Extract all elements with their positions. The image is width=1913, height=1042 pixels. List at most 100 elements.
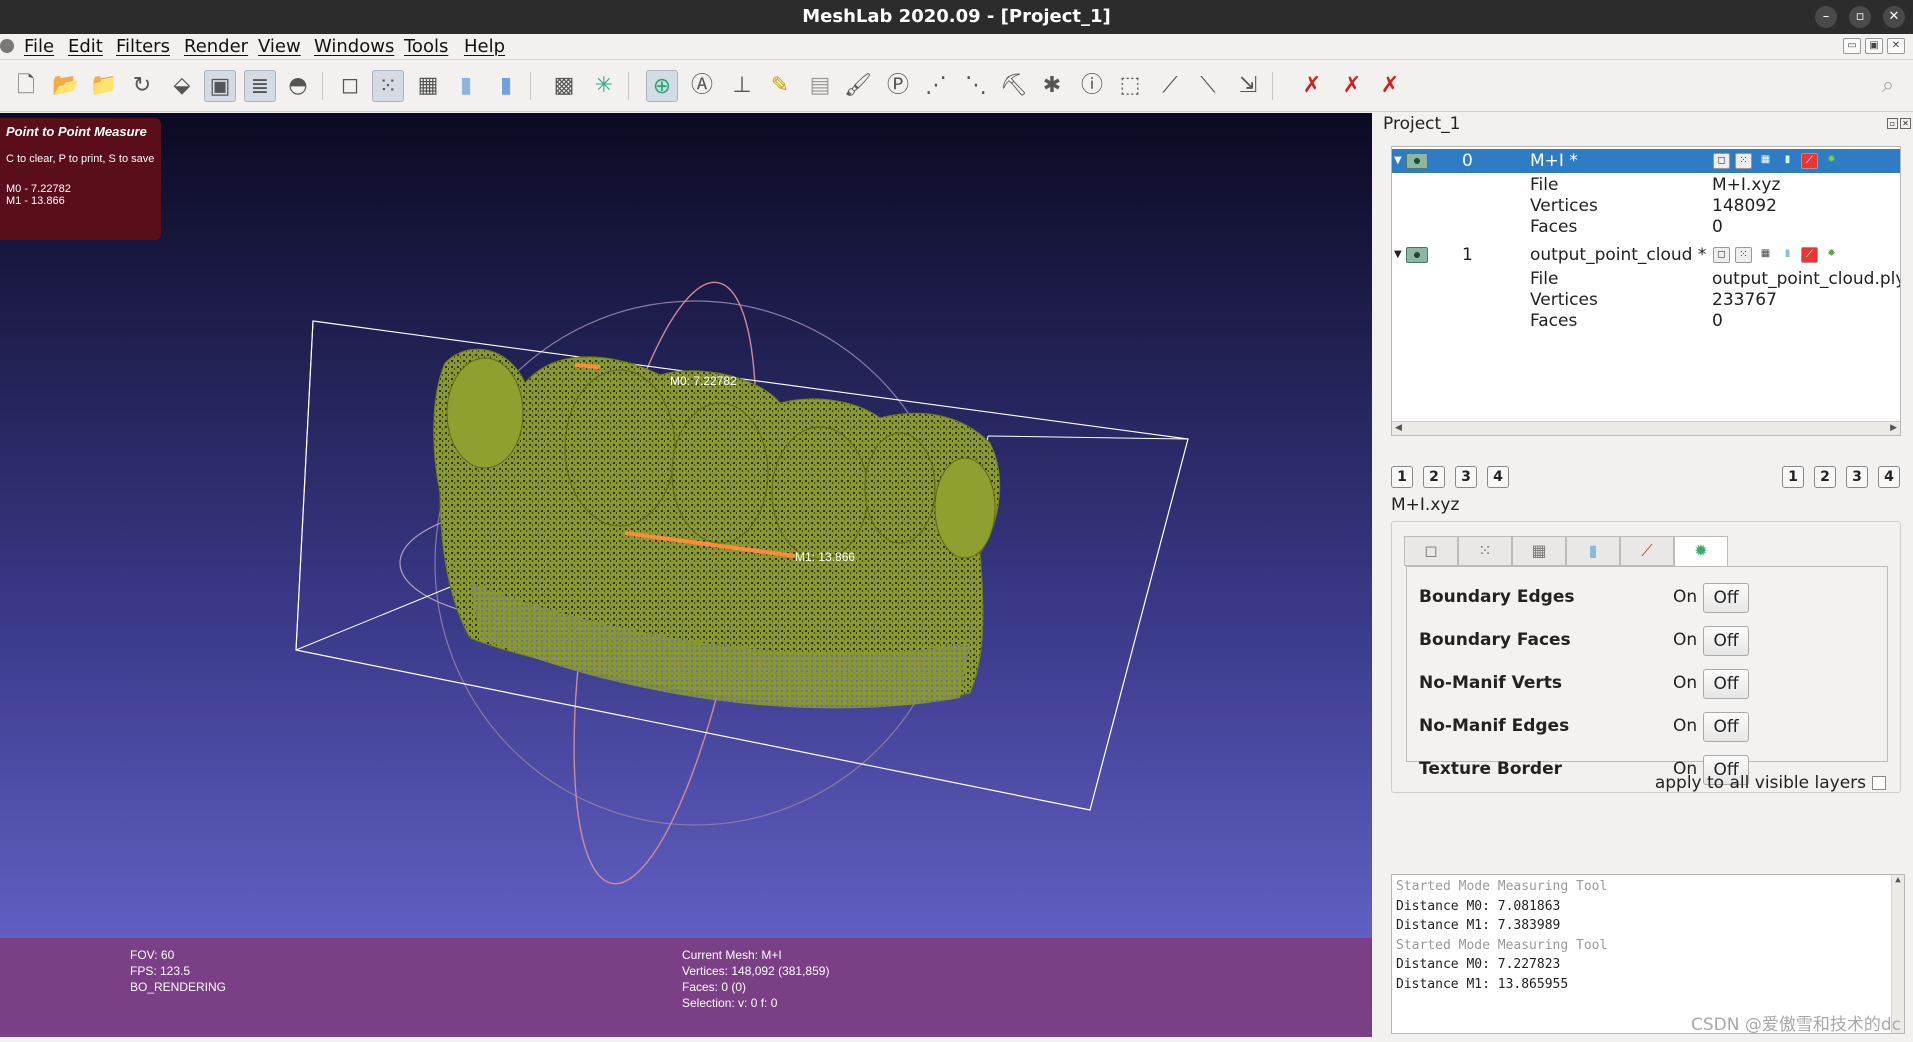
measure-icon[interactable]: ⊥: [726, 70, 758, 102]
points-icon[interactable]: ⁙: [1735, 247, 1752, 263]
paint-icon[interactable]: 🖌: [842, 70, 874, 102]
edit-1-icon[interactable]: ⟋: [1154, 70, 1186, 102]
decorator-icon[interactable]: ✹: [1823, 153, 1840, 169]
visibility-eye-icon[interactable]: [1406, 247, 1428, 263]
menu-view[interactable]: View: [258, 34, 301, 60]
points-icon[interactable]: ⁙: [372, 70, 404, 102]
wireframe-icon[interactable]: ▦: [412, 70, 444, 102]
dock-close-icon[interactable]: ✕: [1900, 118, 1911, 129]
bbox-icon[interactable]: ◻: [1713, 153, 1730, 169]
smooth-icon[interactable]: ▮: [490, 70, 522, 102]
new-project-icon[interactable]: 🗋: [10, 70, 42, 102]
on-option[interactable]: On: [1673, 587, 1697, 607]
expand-arrow-icon[interactable]: ▼: [1394, 243, 1402, 267]
horizontal-scrollbar[interactable]: ◀ ▶: [1392, 421, 1900, 435]
layer-slot-button[interactable]: 1: [1782, 466, 1804, 488]
menu-filters[interactable]: Filters: [116, 34, 170, 60]
open-project-icon[interactable]: 📂: [50, 70, 82, 102]
layer-row[interactable]: ▼ 1 output_point_cloud * ◻ ⁙ ▦ ▮ ⟋ ✹: [1392, 243, 1900, 267]
dock-float-icon[interactable]: ▫: [1887, 118, 1898, 129]
wireframe-icon[interactable]: ▦: [1757, 247, 1774, 263]
align-icon[interactable]: ▤: [804, 70, 836, 102]
scroll-left-icon[interactable]: ◀: [1395, 422, 1402, 435]
flat-icon[interactable]: ▮: [1779, 247, 1796, 263]
delete-all-icon[interactable]: ✗: [1374, 70, 1406, 102]
bbox-icon[interactable]: ◻: [1713, 247, 1730, 263]
face-select-icon[interactable]: ⋱: [960, 70, 992, 102]
visibility-eye-icon[interactable]: [1406, 153, 1428, 169]
layer-dialog-icon[interactable]: ≣: [244, 70, 276, 102]
tab-wireframe[interactable]: ▦: [1512, 536, 1566, 566]
menu-help[interactable]: Help: [464, 34, 505, 60]
off-button[interactable]: Off: [1703, 712, 1749, 742]
flat-icon[interactable]: ▮: [1779, 153, 1796, 169]
edit-3-icon[interactable]: ⇲: [1232, 70, 1264, 102]
apply-all-checkbox[interactable]: [1872, 776, 1886, 790]
select-region-icon[interactable]: ⬚: [1114, 70, 1146, 102]
menu-edit[interactable]: Edit: [68, 34, 103, 60]
tab-decorators[interactable]: ✹: [1674, 536, 1728, 568]
mdi-restore-icon[interactable]: ▣: [1865, 38, 1883, 54]
mdi-close-icon[interactable]: ✕: [1887, 38, 1905, 54]
tab-flat[interactable]: ▮: [1566, 536, 1620, 566]
mesh-scene[interactable]: M0: 7.22782 M1: 13.866: [0, 113, 1372, 938]
decorator-icon[interactable]: ✹: [1823, 247, 1840, 263]
export-mesh-icon[interactable]: ⬙: [166, 70, 198, 102]
view-slot-button[interactable]: 2: [1423, 466, 1445, 488]
reference-icon[interactable]: Ⓟ: [882, 70, 914, 102]
flat-icon[interactable]: ▮: [450, 70, 482, 102]
snapshot-icon[interactable]: ▣: [204, 70, 236, 102]
3d-viewport[interactable]: M0: 7.22782 M1: 13.866 Point to Point Me…: [0, 113, 1372, 1037]
scroll-up-icon[interactable]: ▲: [1892, 875, 1904, 885]
fill-icon[interactable]: ⛏: [998, 70, 1030, 102]
raster-icon[interactable]: ◓: [282, 70, 314, 102]
georef-icon[interactable]: ✱: [1036, 70, 1068, 102]
info-icon[interactable]: ⓘ: [1076, 70, 1108, 102]
off-button[interactable]: Off: [1703, 669, 1749, 699]
on-option[interactable]: On: [1673, 716, 1697, 736]
reload-icon[interactable]: ↻: [126, 70, 158, 102]
delete-face-icon[interactable]: ✗: [1336, 70, 1368, 102]
on-option[interactable]: On: [1673, 630, 1697, 650]
mdi-minimize-icon[interactable]: ▭: [1843, 38, 1861, 54]
layer-slot-button[interactable]: 3: [1846, 466, 1868, 488]
layer-slot-button[interactable]: 2: [1814, 466, 1836, 488]
maximize-button[interactable]: ▫: [1849, 6, 1871, 28]
apply-all-option[interactable]: apply to all visible layers: [1655, 773, 1886, 793]
menu-tools[interactable]: Tools: [404, 34, 448, 60]
layer-row[interactable]: ▼ 0 M+I * ◻ ⁙ ▦ ▮ ⟋ ✹: [1392, 149, 1900, 173]
layer-slot-button[interactable]: 4: [1878, 466, 1900, 488]
on-option[interactable]: On: [1673, 673, 1697, 693]
view-slot-button[interactable]: 1: [1391, 466, 1413, 488]
menu-windows[interactable]: Windows: [314, 34, 394, 60]
menu-file[interactable]: File: [24, 34, 54, 60]
view-slot-button[interactable]: 4: [1487, 466, 1509, 488]
tab-points[interactable]: ⁙: [1458, 536, 1512, 566]
off-button[interactable]: Off: [1703, 626, 1749, 656]
texture-icon[interactable]: ⟋: [1801, 247, 1818, 263]
colormode-icon[interactable]: ▩: [548, 70, 580, 102]
pick-point-icon[interactable]: ✎: [764, 70, 796, 102]
scroll-right-icon[interactable]: ▶: [1890, 422, 1897, 435]
menu-render[interactable]: Render: [184, 34, 248, 60]
tab-texture[interactable]: ⟋: [1620, 536, 1674, 566]
vertex-select-icon[interactable]: ⋰: [920, 70, 952, 102]
import-mesh-icon[interactable]: 📁: [88, 70, 120, 102]
points-icon[interactable]: ⁙: [1735, 153, 1752, 169]
annotation-icon[interactable]: Ⓐ: [686, 70, 718, 102]
wireframe-icon[interactable]: ▦: [1757, 153, 1774, 169]
view-slot-button[interactable]: 3: [1455, 466, 1477, 488]
bbox-icon[interactable]: ◻: [334, 70, 366, 102]
axes-icon[interactable]: ✳: [588, 70, 620, 102]
search-icon[interactable]: ⌕: [1872, 70, 1904, 102]
expand-arrow-icon[interactable]: ▼: [1394, 149, 1402, 173]
select-faces-icon[interactable]: ⊕: [646, 70, 678, 102]
minimize-button[interactable]: –: [1815, 6, 1837, 28]
close-button[interactable]: ✕: [1883, 6, 1905, 28]
tab-bbox[interactable]: ◻: [1404, 536, 1458, 566]
layer-list[interactable]: ▼ 0 M+I * ◻ ⁙ ▦ ▮ ⟋ ✹ File M+I.xyz Verti…: [1391, 146, 1901, 436]
off-button[interactable]: Off: [1703, 583, 1749, 613]
edit-2-icon[interactable]: ⟍: [1192, 70, 1224, 102]
delete-vert-icon[interactable]: ✗: [1296, 70, 1328, 102]
texture-icon[interactable]: ⟋: [1801, 153, 1818, 169]
